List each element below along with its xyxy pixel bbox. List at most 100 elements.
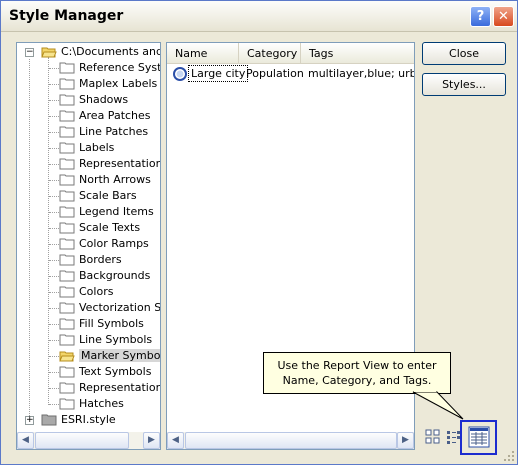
tree-item-label: Shadows (79, 93, 129, 106)
tree-guide-line (49, 100, 59, 101)
window-title: Style Manager (9, 8, 124, 24)
column-header-category[interactable]: Category (239, 43, 301, 63)
tree-item-label: Representation M (79, 157, 160, 170)
style-tree: − C:\Documents and S Reference Syste Mapl… (17, 43, 160, 432)
tree-item-label: Line Symbols (79, 333, 153, 346)
tree-item[interactable]: Colors (59, 284, 113, 300)
tree-guide-line (49, 212, 59, 213)
help-button[interactable]: ? (470, 6, 491, 27)
folder-icon (59, 78, 75, 90)
tree-guide-line (49, 196, 59, 197)
scrollbar-thumb[interactable] (185, 432, 397, 449)
expand-esri-style-expander[interactable]: + (25, 416, 34, 425)
marker-symbol-icon (173, 67, 187, 81)
tree-item[interactable]: Hatches (59, 396, 124, 412)
folder-icon (59, 398, 75, 410)
tree-item-label: Fill Symbols (79, 317, 144, 330)
scroll-right-icon[interactable]: ▶ (143, 432, 160, 449)
tree-guide-line (49, 228, 59, 229)
tree-guide-line (29, 59, 30, 422)
scrollbar-thumb[interactable] (35, 432, 129, 449)
tree-second-root-label: ESRI.style (61, 413, 116, 426)
scroll-left-icon[interactable]: ◀ (167, 432, 184, 449)
tree-item[interactable]: Labels (59, 140, 114, 156)
styles-button[interactable]: Styles... (422, 73, 506, 96)
tree-item[interactable]: Representation M (59, 156, 160, 172)
tree-item[interactable]: Color Ramps (59, 236, 149, 252)
tree-item[interactable]: Line Patches (59, 124, 148, 140)
resize-grip-icon[interactable] (503, 450, 515, 462)
tree-item[interactable]: Fill Symbols (59, 316, 144, 332)
tree-item[interactable]: Scale Bars (59, 188, 137, 204)
list-horizontal-scrollbar[interactable]: ◀ ▶ (167, 432, 414, 449)
open-folder-icon (59, 351, 75, 362)
tree-item-label: Scale Bars (79, 189, 137, 202)
tree-item[interactable]: Representation R (59, 380, 160, 396)
callout-line-1: Use the Report View to enter (277, 359, 437, 372)
folder-icon (59, 142, 75, 154)
row-tags: multilayer,blue; urban (308, 67, 414, 80)
folder-icon (59, 238, 75, 250)
column-header-tags[interactable]: Tags (301, 43, 414, 63)
tree-item[interactable]: Reference Syste (59, 60, 160, 76)
tree-guide-line (49, 132, 59, 133)
tree-guide-line (49, 324, 59, 325)
tree-item-label: Marker Symbols (79, 349, 160, 362)
folder-icon (59, 62, 75, 74)
folder-icon (59, 158, 75, 170)
tree-item-label: Borders (79, 253, 122, 266)
row-category: Population (246, 67, 304, 80)
close-window-button[interactable]: ✕ (493, 6, 514, 27)
tree-item[interactable]: Backgrounds (59, 268, 150, 284)
style-manager-window: Style Manager ? ✕ − C:\Documents and S R… (0, 0, 518, 465)
close-button[interactable]: Close (422, 42, 506, 65)
tree-horizontal-scrollbar[interactable]: ◀ ▶ (17, 432, 160, 449)
row-name[interactable]: Large city (188, 65, 249, 82)
tree-item-label: Representation R (79, 381, 160, 394)
folder-icon (59, 286, 75, 298)
folder-icon (59, 366, 75, 378)
tree-root-label: C:\Documents and S (61, 45, 160, 58)
folder-icon (59, 270, 75, 282)
folder-icon (59, 174, 75, 186)
tree-guide-line (49, 340, 59, 341)
report-view-highlight-box (460, 420, 497, 455)
tree-item[interactable]: Legend Items (59, 204, 154, 220)
folder-icon (59, 222, 75, 234)
tree-item-label: North Arrows (79, 173, 151, 186)
folder-icon (59, 382, 75, 394)
folder-icon (41, 414, 57, 426)
report-view-callout: Use the Report View to enter Name, Categ… (263, 352, 451, 394)
tree-item[interactable]: Vectorization Set (59, 300, 160, 316)
tree-item[interactable]: Borders (59, 252, 122, 268)
large-icons-view-icon[interactable] (424, 428, 442, 446)
tree-root-documents[interactable]: C:\Documents and S (41, 44, 160, 60)
tree-guide-line (48, 57, 49, 405)
tree-guide-line (49, 260, 59, 261)
scroll-right-icon[interactable]: ▶ (397, 432, 414, 449)
tree-item[interactable]: Marker Symbols (59, 348, 160, 364)
tree-guide-line (49, 84, 59, 85)
tree-guide-line (49, 372, 59, 373)
tree-guide-line (49, 388, 59, 389)
tree-guide-line (49, 244, 59, 245)
callout-pointer (412, 391, 464, 420)
tree-guide-line (49, 292, 59, 293)
collapse-root-expander[interactable]: − (25, 48, 34, 57)
tree-item[interactable]: Text Symbols (59, 364, 151, 380)
tree-item-label: Reference Syste (79, 61, 160, 74)
column-header-name[interactable]: Name (167, 43, 239, 63)
tree-guide-line (49, 356, 59, 357)
scroll-left-icon[interactable]: ◀ (17, 432, 34, 449)
folder-icon (59, 190, 75, 202)
style-tree-panel[interactable]: − C:\Documents and S Reference Syste Mapl… (16, 42, 161, 450)
tree-item[interactable]: Line Symbols (59, 332, 152, 348)
tree-root-esri-style[interactable]: ESRI.style (41, 412, 116, 428)
tree-item[interactable]: North Arrows (59, 172, 151, 188)
tree-item[interactable]: Area Patches (59, 108, 151, 124)
tree-item-label: Color Ramps (79, 237, 149, 250)
folder-icon (59, 302, 75, 314)
tree-item[interactable]: Scale Texts (59, 220, 140, 236)
tree-item[interactable]: Shadows (59, 92, 128, 108)
tree-item[interactable]: Maplex Labels (59, 76, 157, 92)
